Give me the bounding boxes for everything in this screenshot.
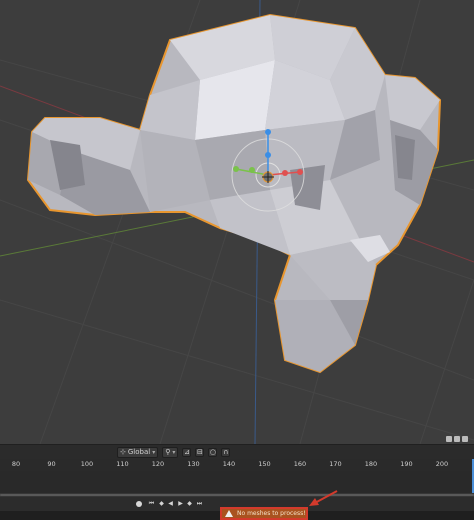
z-axis-dot[interactable] — [265, 152, 271, 158]
frame-label: 120 — [151, 460, 165, 468]
jump-start-button[interactable]: ⏮ — [148, 500, 155, 507]
frame-label: 170 — [329, 460, 342, 468]
timeline-track[interactable] — [0, 471, 474, 493]
chevron-down-icon: ▾ — [172, 448, 176, 456]
frame-label: 130 — [187, 460, 200, 468]
viewport-shading-icon[interactable] — [446, 436, 452, 442]
viewport-canvas[interactable] — [0, 0, 474, 444]
timeline-scroll-thumb[interactable] — [0, 494, 474, 496]
falloff-icon[interactable]: ∩ — [221, 447, 231, 457]
play-button[interactable]: ▶ — [177, 500, 184, 507]
warning-icon — [225, 510, 233, 517]
pivot-icon: ⚲ — [165, 448, 171, 456]
y-axis-handle[interactable] — [233, 166, 239, 172]
x-axis-dot[interactable] — [282, 170, 288, 176]
frame-label: 110 — [116, 460, 129, 468]
snap-target-icon[interactable]: ⊟ — [195, 447, 205, 457]
proportional-edit-icon[interactable]: ○ — [208, 447, 218, 457]
annotation-arrow — [309, 490, 338, 506]
frame-label: 190 — [400, 460, 413, 468]
viewport-menu-icon[interactable] — [462, 436, 468, 442]
monkey-mesh[interactable] — [26, 13, 442, 374]
orientation-value: Global — [127, 448, 151, 456]
play-reverse-button[interactable]: ◀ — [167, 500, 174, 507]
frame-label: 100 — [80, 460, 94, 468]
z-axis-handle[interactable] — [265, 129, 271, 135]
frame-label: 160 — [293, 460, 307, 468]
error-report-banner[interactable]: No meshes to process! — [220, 507, 308, 520]
jump-keyframe-forward-button[interactable]: ◆ — [186, 500, 193, 507]
report-message: No meshes to process! — [237, 510, 306, 517]
pivot-point-dropdown[interactable]: ⚲ ▾ — [162, 446, 179, 458]
viewport-header: ⊹ Global ▾ ⚲ ▾ ⊿ ⊟ ○ ∩ — [0, 444, 474, 459]
chevron-down-icon: ▾ — [152, 448, 156, 456]
frame-label: 150 — [258, 460, 271, 468]
frame-label: 180 — [364, 460, 378, 468]
x-axis-handle[interactable] — [297, 169, 303, 175]
jump-end-button[interactable]: ⏭ — [196, 500, 203, 507]
snap-icon[interactable]: ⊿ — [182, 447, 192, 457]
blender-window: ⊹ Global ▾ ⚲ ▾ ⊿ ⊟ ○ ∩ 80 90 100 110 120 130 1… — [0, 0, 474, 520]
orientation-icon: ⊹ — [120, 448, 126, 456]
frame-label: 140 — [222, 460, 236, 468]
frame-label: 80 — [11, 460, 21, 468]
viewport-tools[interactable] — [446, 434, 470, 444]
transform-orientation-dropdown[interactable]: ⊹ Global ▾ — [117, 446, 159, 458]
3d-viewport[interactable] — [0, 0, 474, 444]
jump-keyframe-back-button[interactable]: ◆ — [158, 500, 165, 507]
timeline-ruler[interactable]: 80 90 100 110 120 130 140 150 160 170 180 190 200 — [0, 459, 474, 471]
viewport-options-icon[interactable] — [454, 436, 460, 442]
y-axis-dot[interactable] — [249, 167, 255, 173]
frame-label: 200 — [435, 460, 449, 468]
frame-label: 90 — [47, 460, 56, 468]
record-button[interactable] — [136, 501, 142, 507]
